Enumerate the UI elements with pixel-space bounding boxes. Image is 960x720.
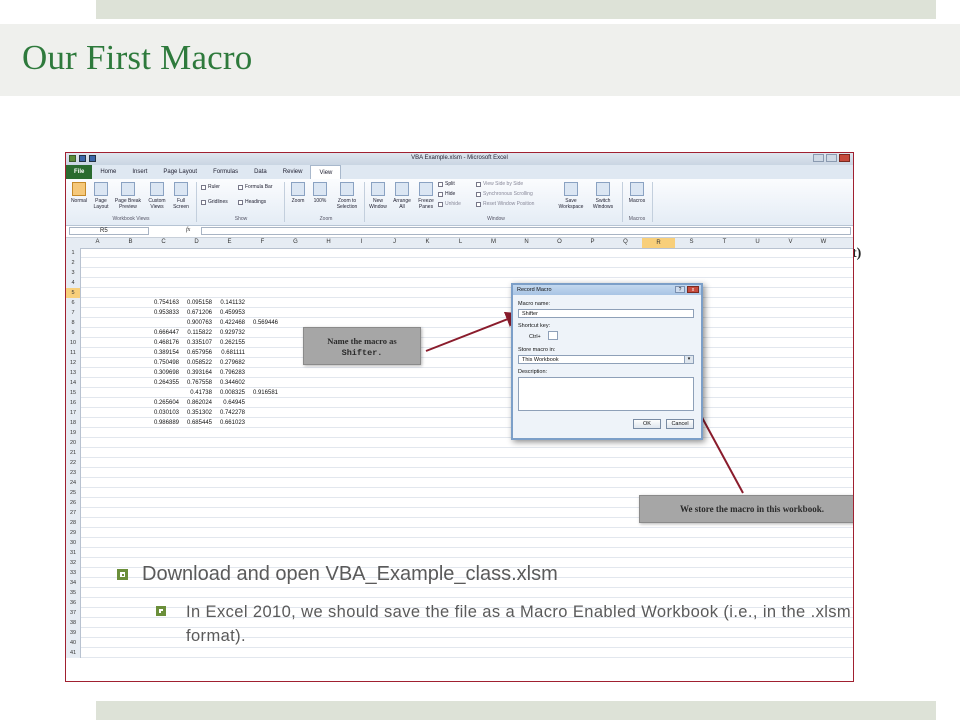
shortcut-key-label: Shortcut key: bbox=[518, 323, 551, 329]
slide-title: Our First Macro bbox=[22, 38, 253, 77]
bottom-decor-bar bbox=[96, 701, 936, 720]
record-macro-dialog: Record Macro ? x Macro name: Shifter Sho… bbox=[511, 283, 703, 440]
macro-name-label: Macro name: bbox=[518, 301, 551, 307]
ctrl-label: Ctrl+ bbox=[529, 334, 541, 340]
bullet-sub-text: In Excel 2010, we should save the file a… bbox=[186, 603, 852, 645]
bullet-main: Download and open VBA_Example_class.xlsm bbox=[117, 563, 558, 586]
bullet-square-icon bbox=[156, 606, 166, 616]
callout-store-macro: We store the macro in this workbook. bbox=[639, 495, 853, 523]
description-textarea[interactable] bbox=[518, 377, 694, 411]
help-icon[interactable]: ? bbox=[675, 286, 685, 293]
store-macro-value: This Workbook bbox=[522, 357, 559, 363]
bullet-main-text: Download and open VBA_Example_class.xlsm bbox=[142, 563, 558, 585]
store-macro-label: Store macro in: bbox=[518, 347, 556, 353]
ok-button[interactable]: OK bbox=[633, 419, 661, 429]
dialog-title: Record Macro bbox=[517, 287, 552, 293]
dialog-close-icon[interactable]: x bbox=[687, 286, 699, 293]
arrow-to-macro-name bbox=[425, 311, 522, 352]
macro-name-input[interactable]: Shifter bbox=[518, 309, 694, 318]
shortcut-key-input[interactable] bbox=[548, 331, 558, 340]
description-label: Description: bbox=[518, 369, 548, 375]
dialog-title-bar: Record Macro ? x bbox=[513, 285, 701, 295]
chevron-down-icon[interactable]: ▾ bbox=[684, 356, 693, 363]
store-macro-select[interactable]: This Workbook ▾ bbox=[518, 355, 694, 364]
bullet-square-icon bbox=[117, 569, 128, 580]
cancel-button[interactable]: Cancel bbox=[666, 419, 694, 429]
top-decor-bar bbox=[96, 0, 936, 19]
callout-name-macro: Name the macro as Shifter. bbox=[303, 327, 421, 365]
